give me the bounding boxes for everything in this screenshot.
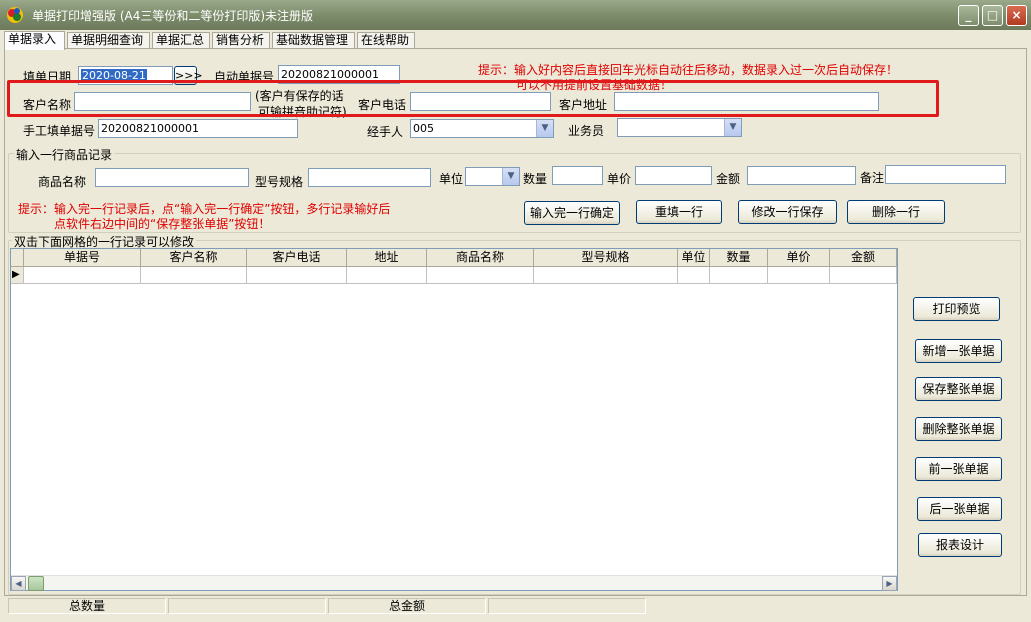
handler-value: 005 (413, 122, 434, 135)
table-cell[interactable] (141, 267, 247, 284)
save-document-button[interactable]: 保存整张单据 (915, 377, 1002, 401)
chevron-down-icon[interactable]: ▼ (724, 119, 741, 136)
model-label: 型号规格 (255, 175, 304, 189)
table-cell[interactable] (247, 267, 347, 284)
tab-basic-data[interactable]: 基础数据管理 (272, 32, 355, 49)
total-amount-label: 总金额 (328, 598, 486, 614)
item-entry-title: 输入一行商品记录 (14, 146, 115, 163)
status-bar: 总数量 总金额 (0, 597, 1031, 622)
remark-input[interactable] (885, 165, 1006, 184)
close-button[interactable]: × (1006, 5, 1027, 26)
column-header[interactable]: 单价 (768, 249, 830, 267)
model-input[interactable] (308, 168, 431, 187)
amount-input[interactable] (747, 166, 856, 185)
tab-sales-analysis[interactable]: 销售分析 (212, 32, 270, 49)
entry-hint-line2: 点软件右边中间的“保存整张单据”按钮！ (54, 217, 271, 231)
scroll-thumb[interactable] (28, 576, 44, 591)
title-bar[interactable]: 单据打印增强版 (A4三等份和二等份打印版)未注册版 _ □ × (0, 0, 1031, 30)
maximize-button[interactable]: □ (982, 5, 1003, 26)
remark-label: 备注 (860, 171, 885, 185)
column-header[interactable]: 单位 (678, 249, 710, 267)
column-header[interactable]: 金额 (830, 249, 897, 267)
table-cell[interactable] (830, 267, 897, 284)
delete-document-button[interactable]: 删除整张单据 (915, 417, 1002, 441)
salesman-label: 业务员 (568, 124, 605, 138)
records-grid[interactable]: 单据号 客户名称 客户电话 地址 商品名称 型号规格 单位 数量 单价 金额 ▶… (10, 248, 898, 591)
grid-header: 单据号 客户名称 客户电话 地址 商品名称 型号规格 单位 数量 单价 金额 (11, 249, 897, 267)
qty-label: 数量 (523, 172, 548, 186)
table-cell[interactable] (678, 267, 710, 284)
manual-no-field[interactable]: 20200821000001 (98, 119, 298, 138)
minimize-button[interactable]: _ (958, 5, 979, 26)
print-preview-button[interactable]: 打印预览 (913, 297, 1000, 321)
grid-corner (11, 249, 24, 267)
delete-row-button[interactable]: 删除一行 (847, 200, 945, 224)
table-cell[interactable] (24, 267, 141, 284)
previous-document-button[interactable]: 前一张单据 (915, 457, 1002, 481)
tab-detail-query[interactable]: 单据明细查询 (67, 32, 150, 49)
manual-no-label: 手工填单据号 (23, 124, 96, 138)
table-row[interactable]: ▶ (11, 267, 897, 284)
horizontal-scrollbar[interactable]: ◀ ▶ (11, 575, 897, 591)
main-window: 单据打印增强版 (A4三等份和二等份打印版)未注册版 _ □ × 单据录入 单据… (0, 0, 1031, 622)
salesman-select[interactable]: ▼ (617, 118, 742, 137)
chevron-down-icon[interactable]: ▼ (536, 120, 553, 137)
tab-online-help[interactable]: 在线帮助 (357, 32, 415, 49)
window-title: 单据打印增强版 (A4三等份和二等份打印版)未注册版 (32, 9, 314, 23)
column-header[interactable]: 客户电话 (247, 249, 347, 267)
unit-label: 单位 (439, 172, 464, 186)
handler-select[interactable]: 005 ▼ (410, 119, 554, 138)
scroll-left-icon[interactable]: ◀ (11, 576, 26, 591)
column-header[interactable]: 单据号 (24, 249, 141, 267)
report-design-button[interactable]: 报表设计 (918, 533, 1002, 557)
chevron-down-icon[interactable]: ▼ (502, 168, 519, 185)
product-name-input[interactable] (95, 168, 249, 187)
tab-summary[interactable]: 单据汇总 (152, 32, 210, 49)
column-header[interactable]: 数量 (710, 249, 768, 267)
column-header[interactable]: 客户名称 (141, 249, 247, 267)
refill-row-button[interactable]: 重填一行 (636, 200, 722, 224)
column-header[interactable]: 地址 (347, 249, 427, 267)
highlight-box (7, 80, 939, 117)
app-icon (7, 7, 23, 23)
tab-entry[interactable]: 单据录入 (4, 31, 65, 50)
qty-input[interactable] (552, 166, 603, 185)
new-document-button[interactable]: 新增一张单据 (915, 339, 1002, 363)
table-cell[interactable] (710, 267, 768, 284)
unit-select[interactable]: ▼ (465, 167, 520, 186)
table-cell[interactable] (534, 267, 678, 284)
next-document-button[interactable]: 后一张单据 (917, 497, 1002, 521)
amount-label: 金额 (716, 172, 741, 186)
table-cell[interactable] (347, 267, 427, 284)
table-cell[interactable] (768, 267, 830, 284)
column-header[interactable]: 商品名称 (427, 249, 534, 267)
product-name-label: 商品名称 (38, 175, 87, 189)
handler-label: 经手人 (367, 125, 404, 139)
scroll-right-icon[interactable]: ▶ (882, 576, 897, 591)
price-label: 单价 (607, 172, 632, 186)
modify-row-button[interactable]: 修改一行保存 (738, 200, 837, 224)
confirm-row-button[interactable]: 输入完一行确定 (524, 201, 620, 225)
total-qty-value (168, 598, 326, 614)
total-amount-value (488, 598, 646, 614)
row-indicator: ▶ (11, 267, 24, 284)
column-header[interactable]: 型号规格 (534, 249, 678, 267)
total-qty-label: 总数量 (8, 598, 166, 614)
table-cell[interactable] (427, 267, 534, 284)
price-input[interactable] (635, 166, 712, 185)
